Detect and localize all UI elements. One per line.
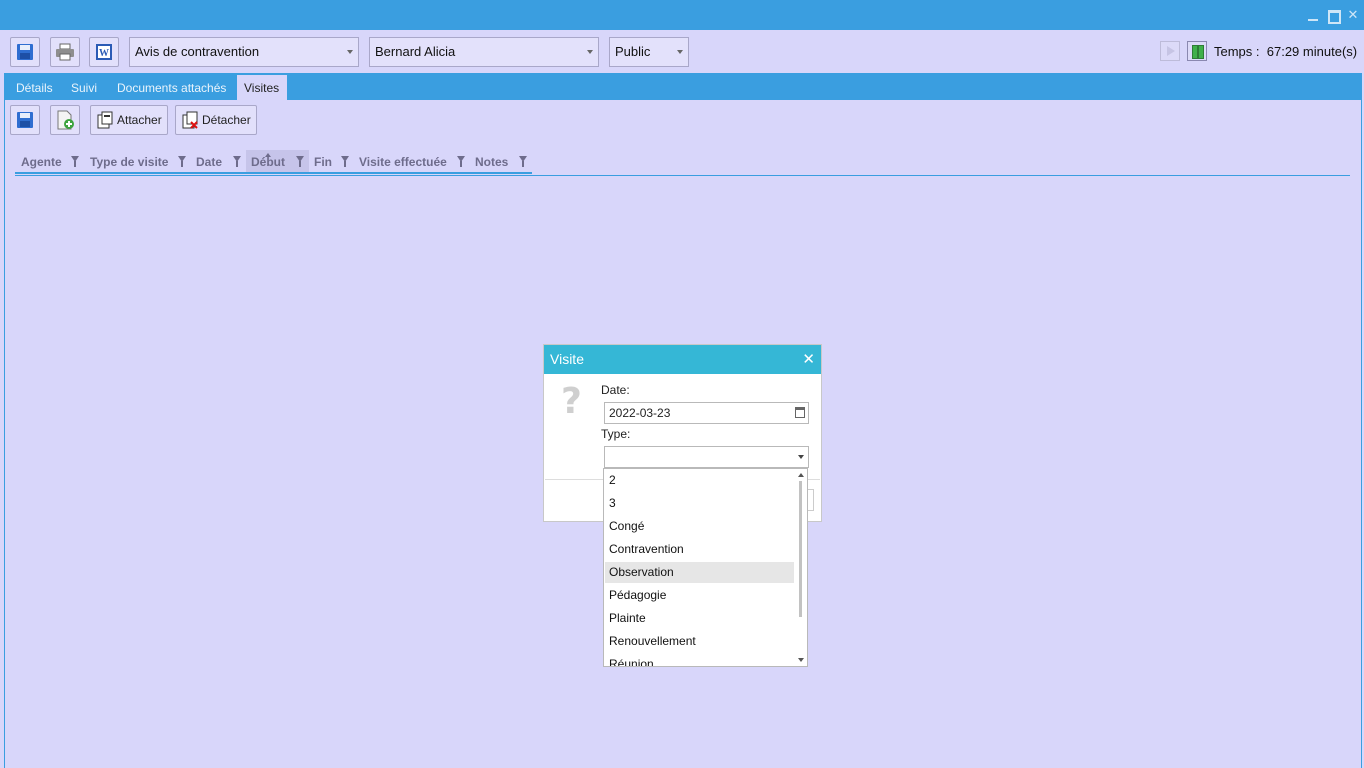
dropdown-option[interactable]: 3 [605, 493, 794, 514]
close-window-icon[interactable]: ✕ [1346, 8, 1360, 22]
type-select[interactable] [604, 446, 809, 468]
dropdown-option[interactable]: 2 [605, 470, 794, 491]
add-visit-button[interactable] [50, 105, 80, 135]
dialog-titlebar: Visite ✕ [544, 345, 821, 374]
date-label: Date: [601, 383, 630, 397]
window-controls: ✕ [1306, 8, 1360, 24]
filter-icon[interactable] [178, 156, 186, 167]
dropdown-scrollbar[interactable] [795, 469, 807, 666]
dropdown-option[interactable]: Plainte [605, 608, 794, 629]
chevron-down-icon [798, 455, 804, 459]
detach-icon [182, 111, 198, 129]
tab-bar: Détails Suivi Documents attachés Visites [4, 73, 1362, 100]
dropdown-option-highlighted[interactable]: Observation [605, 562, 794, 583]
save-icon [17, 112, 33, 128]
type-label: Type: [601, 427, 631, 441]
save-icon [17, 44, 33, 60]
minimize-icon[interactable] [1306, 8, 1320, 22]
tab-suivi[interactable]: Suivi [64, 75, 104, 100]
close-icon[interactable]: ✕ [802, 345, 815, 374]
dropdown-option[interactable]: Réunion [605, 654, 794, 666]
tab-visites[interactable]: Visites [237, 75, 287, 100]
visibility-select[interactable]: Public [609, 37, 689, 67]
date-value: 2022-03-23 [609, 406, 671, 420]
calendar-icon[interactable] [795, 407, 805, 418]
timer-label: Temps : [1214, 44, 1260, 59]
person-value: Bernard Alicia [375, 44, 456, 59]
scroll-up-icon[interactable] [798, 473, 804, 477]
add-document-icon [57, 110, 74, 130]
filter-icon[interactable] [296, 156, 304, 167]
detach-label: Détacher [202, 113, 251, 127]
chevron-down-icon [587, 50, 593, 54]
document-type-select[interactable]: Avis de contravention [129, 37, 359, 67]
filter-icon[interactable] [519, 156, 527, 167]
visibility-value: Public [615, 44, 651, 59]
chevron-down-icon [347, 50, 353, 54]
type-dropdown-list[interactable]: 2 3 Congé Contravention Observation Péda… [603, 468, 808, 667]
panel-left-border [4, 100, 5, 768]
print-button[interactable] [50, 37, 80, 67]
window-titlebar: ✕ [0, 0, 1364, 30]
dropdown-option[interactable]: Contravention [605, 539, 794, 560]
attach-icon [97, 111, 113, 129]
printer-icon [56, 43, 74, 61]
question-icon: ? [561, 381, 582, 422]
maximize-icon[interactable] [1326, 8, 1341, 24]
sort-ascending-icon [265, 153, 271, 157]
svg-text:W: W [99, 48, 109, 59]
grid-header-underline [15, 172, 532, 174]
scroll-down-icon[interactable] [798, 658, 804, 662]
word-icon: W [96, 44, 112, 60]
column-header-visite-effectuee[interactable]: Visite effectuée [359, 150, 447, 174]
filter-icon[interactable] [341, 156, 349, 167]
column-header-agente[interactable]: Agente [21, 150, 62, 174]
chevron-down-icon [677, 50, 683, 54]
tab-details[interactable]: Détails [9, 75, 60, 100]
document-type-value: Avis de contravention [135, 44, 260, 59]
column-header-type[interactable]: Type de visite [90, 150, 168, 174]
timer-unit: minute(s) [1302, 44, 1358, 59]
column-header-fin[interactable]: Fin [314, 150, 332, 174]
dialog-title: Visite [550, 351, 584, 367]
attach-button[interactable]: Attacher [90, 105, 168, 135]
scrollbar-thumb[interactable] [799, 481, 802, 617]
word-export-button[interactable]: W [89, 37, 119, 67]
panel-right-border [1361, 100, 1362, 768]
filter-icon[interactable] [71, 156, 79, 167]
filter-icon[interactable] [233, 156, 241, 167]
date-field[interactable]: 2022-03-23 [604, 402, 809, 424]
play-timer-button[interactable] [1160, 41, 1180, 61]
tab-documents[interactable]: Documents attachés [110, 75, 233, 100]
detach-button[interactable]: Détacher [175, 105, 257, 135]
timer-value: 67:29 [1266, 44, 1300, 59]
attach-label: Attacher [117, 113, 162, 127]
dropdown-option[interactable]: Pédagogie [605, 585, 794, 606]
person-select[interactable]: Bernard Alicia [369, 37, 599, 67]
dropdown-option[interactable]: Renouvellement [605, 631, 794, 652]
column-header-date[interactable]: Date [196, 150, 222, 174]
save-button[interactable] [10, 37, 40, 67]
save-visit-button[interactable] [10, 105, 40, 135]
filter-icon[interactable] [457, 156, 465, 167]
pause-timer-button[interactable] [1187, 41, 1207, 61]
timer-display: Temps : 67:29 minute(s) [1214, 44, 1357, 59]
column-header-notes[interactable]: Notes [475, 150, 508, 174]
dropdown-option[interactable]: Congé [605, 516, 794, 537]
